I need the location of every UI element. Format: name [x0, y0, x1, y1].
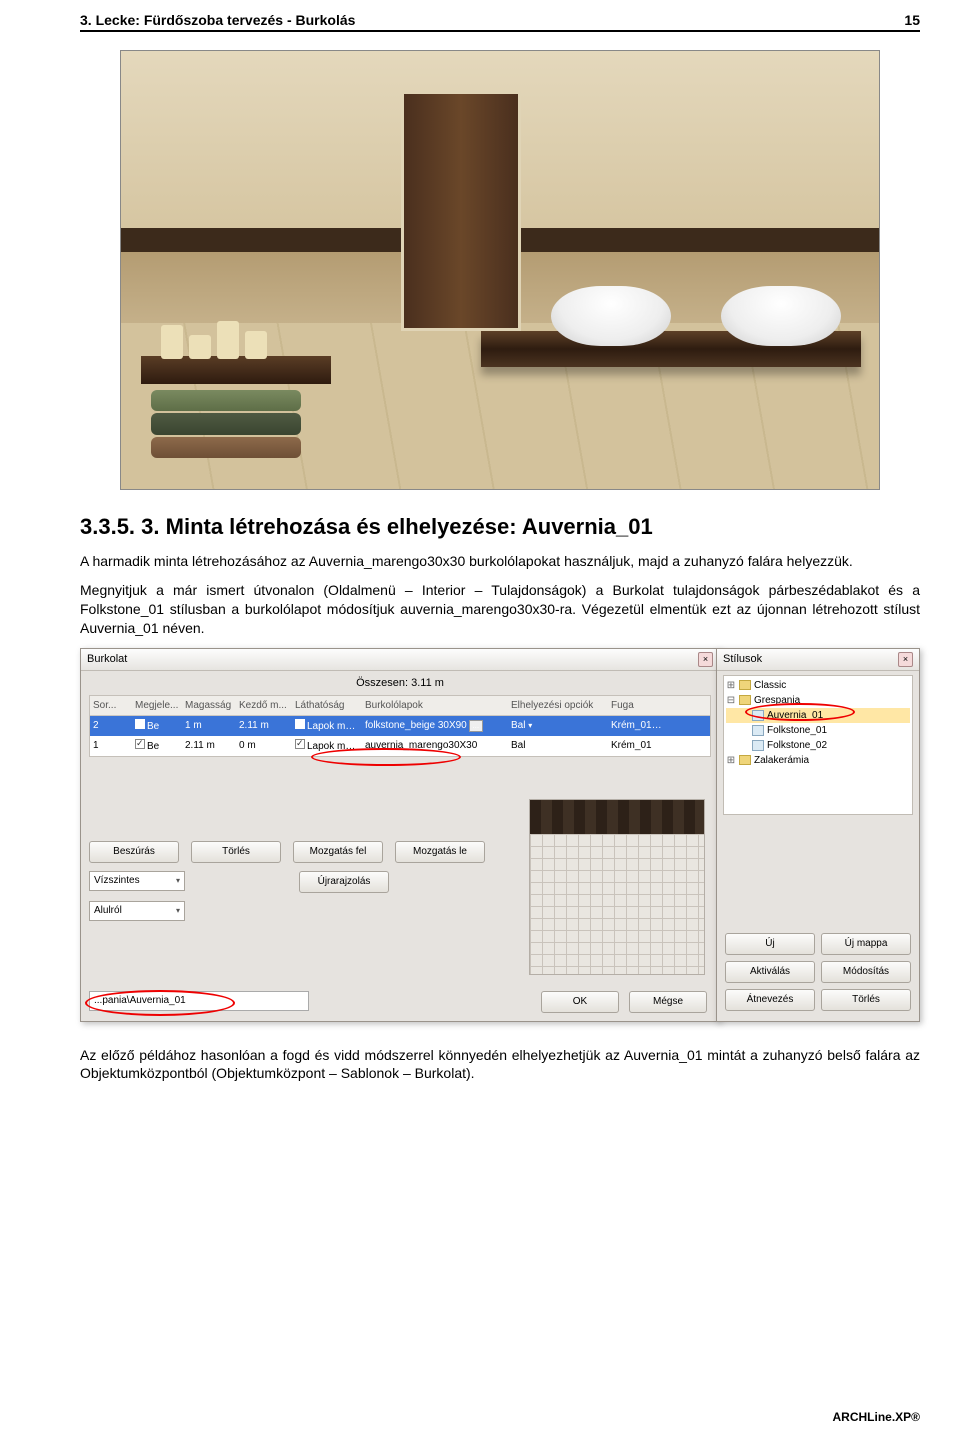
- table-header: Sor... Megjele... Magasság Kezdő m... Lá…: [90, 696, 710, 716]
- burkolat-dialog: Burkolat × Összesen: 3.11 m Sor... Megje…: [80, 648, 720, 1022]
- direction-dropdown[interactable]: Alulról: [89, 901, 185, 921]
- new-folder-button[interactable]: Új mappa: [821, 933, 911, 955]
- modify-button[interactable]: Módosítás: [821, 961, 911, 983]
- tree-item-auvernia[interactable]: Auvernia_01: [726, 708, 910, 723]
- move-up-button[interactable]: Mozgatás fel: [293, 841, 383, 863]
- cancel-button[interactable]: Mégse: [629, 991, 707, 1013]
- style-tree[interactable]: ⊞Classic ⊟Grespania Auvernia_01 Folkston…: [723, 675, 913, 815]
- folder-icon: [739, 755, 751, 765]
- paragraph-1: A harmadik minta létrehozásához az Auver…: [80, 552, 920, 571]
- redraw-button[interactable]: Újrarajzolás: [299, 871, 389, 893]
- delete-style-button[interactable]: Törlés: [821, 989, 911, 1011]
- file-icon: [752, 740, 764, 751]
- dialog-cluster: Burkolat × Összesen: 3.11 m Sor... Megje…: [80, 648, 920, 1028]
- checkbox-icon[interactable]: [135, 719, 145, 729]
- stilusok-titlebar: Stílusok ×: [717, 649, 919, 671]
- header-page-number: 15: [904, 12, 920, 28]
- folder-icon: [739, 695, 751, 705]
- bathroom-render: [120, 50, 880, 490]
- burkolat-title: Burkolat: [87, 653, 127, 665]
- activate-button[interactable]: Aktiválás: [725, 961, 815, 983]
- close-icon[interactable]: ×: [898, 652, 913, 667]
- insert-button[interactable]: Beszúrás: [89, 841, 179, 863]
- section-title: 3.3.5. 3. Minta létrehozása és elhelyezé…: [80, 514, 920, 540]
- burkolat-table: Sor... Megjele... Magasság Kezdő m... Lá…: [89, 695, 711, 757]
- file-icon: [752, 725, 764, 736]
- checkbox-icon[interactable]: [295, 739, 305, 749]
- paragraph-2: Megnyitjuk a már ismert útvonalon (Oldal…: [80, 581, 920, 638]
- folder-icon: [739, 680, 751, 690]
- paragraph-3: Az előző példához hasonlóan a fogd és vi…: [80, 1046, 920, 1084]
- tile-preview: [529, 799, 705, 975]
- checkbox-icon[interactable]: [135, 739, 145, 749]
- rename-button[interactable]: Átnevezés: [725, 989, 815, 1011]
- header-rule: [80, 30, 920, 32]
- table-row[interactable]: 2 Be 1 m 2.11 m Lapok megje folkstone_be…: [90, 716, 710, 736]
- footer-product-name: ARCHLine.XP®: [832, 1410, 920, 1424]
- stilusok-dialog: Stílusok × ⊞Classic ⊟Grespania Auvernia_…: [716, 648, 920, 1022]
- new-button[interactable]: Új: [725, 933, 815, 955]
- move-down-button[interactable]: Mozgatás le: [395, 841, 485, 863]
- burkolat-titlebar: Burkolat ×: [81, 649, 719, 671]
- file-icon: [752, 710, 764, 721]
- delete-button[interactable]: Törlés: [191, 841, 281, 863]
- ok-button[interactable]: OK: [541, 991, 619, 1013]
- table-row[interactable]: 1 Be 2.11 m 0 m Lapok megje auvernia_mar…: [90, 736, 710, 756]
- close-icon[interactable]: ×: [698, 652, 713, 667]
- header-title: 3. Lecke: Fürdőszoba tervezés - Burkolás: [80, 12, 355, 28]
- total-label: Összesen: 3.11 m: [81, 671, 719, 695]
- path-display: ...pania\Auvernia_01: [89, 991, 309, 1011]
- tree-item[interactable]: Folkstone_01: [726, 723, 910, 738]
- stilusok-title: Stílusok: [723, 653, 762, 665]
- ellipsis-button[interactable]: ...: [469, 720, 483, 732]
- checkbox-icon[interactable]: [295, 719, 305, 729]
- orientation-dropdown[interactable]: Vízszintes: [89, 871, 185, 891]
- tree-item[interactable]: Folkstone_02: [726, 738, 910, 753]
